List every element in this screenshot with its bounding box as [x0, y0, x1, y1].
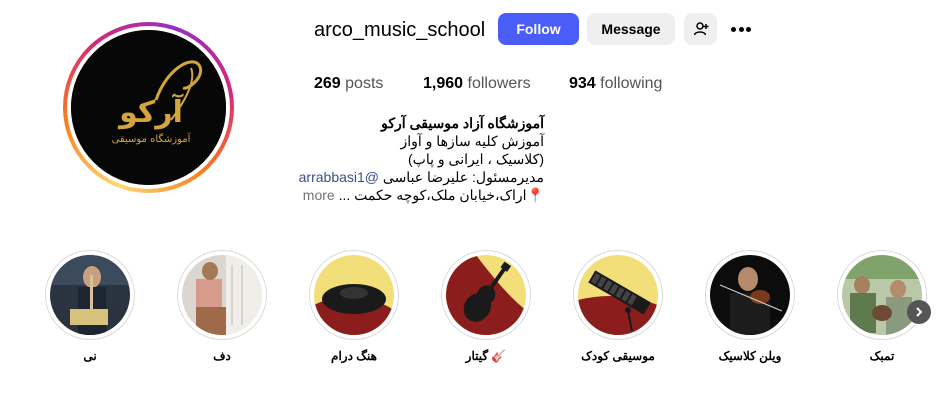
bio-line-2: (کلاسیک ، ایرانی و پاپ)	[408, 151, 544, 167]
bio-mention-link[interactable]: @arrabbasi1	[299, 169, 379, 185]
following-label: following	[600, 75, 663, 92]
highlight-ring	[573, 250, 663, 340]
bio-address-text: 📍اراک،خیابان ملک،کوچه حکمت ...	[338, 187, 544, 203]
guitar-icon	[446, 255, 526, 335]
profile-avatar: آرکو آموزشگاه موسیقی	[71, 30, 226, 185]
bio-more-link[interactable]: more	[303, 187, 335, 203]
posts-count: 269	[314, 75, 341, 92]
daf-photo	[182, 255, 262, 335]
arco-logo-icon: آرکو آموزشگاه موسیقی	[71, 30, 226, 185]
highlight-kids-music[interactable]: موسیقی کودک	[573, 250, 663, 363]
bio-line-1: آموزش کلیه سازها و آواز	[400, 133, 544, 149]
message-button[interactable]: Message	[587, 13, 675, 45]
profile-display-name: آموزشگاه آزاد موسیقی آرکو	[381, 115, 544, 131]
bio-line-4: 📍اراک،خیابان ملک،کوچه حکمت ... more	[244, 186, 544, 204]
followers-label: followers	[467, 75, 531, 92]
hang-drum-icon	[314, 255, 394, 335]
highlight-label: تمبک	[869, 349, 895, 363]
posts-label: posts	[345, 75, 384, 92]
highlight-ring	[837, 250, 927, 340]
add-user-button[interactable]	[684, 13, 717, 45]
profile-username[interactable]: arco_music_school	[314, 19, 485, 42]
highlight-ring: آرکو	[705, 250, 795, 340]
bio-line-3: مدیرمسئول: علیرضا عباسی @arrabbasi1	[244, 168, 544, 186]
ney-player-photo	[50, 255, 130, 335]
highlight-hang-drum[interactable]: هنگ درام	[309, 250, 399, 363]
following-count: 934	[569, 75, 596, 92]
highlight-ring	[45, 250, 135, 340]
avatar-gap: آرکو آموزشگاه موسیقی	[67, 26, 230, 189]
follow-button[interactable]: Follow	[498, 13, 579, 45]
following-stat[interactable]: 934 following	[569, 75, 662, 93]
highlight-ring	[177, 250, 267, 340]
highlight-label: 🎸 گیتار	[465, 349, 507, 363]
highlight-label: نی	[83, 349, 97, 363]
highlight-daf[interactable]: دف	[177, 250, 267, 363]
logo-mark-small: آرکو	[771, 323, 787, 333]
highlight-ney[interactable]: نی	[45, 250, 135, 363]
highlight-ring	[441, 250, 531, 340]
highlight-label: ویلن کلاسیک	[718, 349, 782, 363]
profile-avatar-ring[interactable]: آرکو آموزشگاه موسیقی	[63, 22, 234, 193]
logo-sub-text: آموزشگاه موسیقی	[112, 132, 192, 145]
violin-player-photo: آرکو	[710, 255, 790, 335]
highlight-label: هنگ درام	[331, 349, 377, 363]
followers-count: 1,960	[423, 75, 464, 92]
highlight-label: دف	[213, 349, 231, 363]
xylophone-icon	[578, 255, 658, 335]
highlight-classical-violin[interactable]: آرکو ویلن کلاسیک	[705, 250, 795, 363]
highlight-ring	[309, 250, 399, 340]
profile-bio: آموزشگاه آزاد موسیقی آرکو آموزش کلیه ساز…	[244, 114, 544, 204]
logo-main-text: آرکو	[117, 93, 184, 130]
tombak-photo	[842, 255, 922, 335]
chevron-right-icon[interactable]	[907, 300, 931, 324]
more-options-icon[interactable]	[729, 17, 753, 41]
highlight-label: موسیقی کودک	[581, 349, 655, 363]
bio-manager-text: مدیرمسئول: علیرضا عباسی	[382, 169, 544, 185]
highlight-guitar[interactable]: 🎸 گیتار	[441, 250, 531, 363]
posts-stat[interactable]: 269 posts	[314, 75, 383, 93]
add-user-icon	[693, 22, 708, 36]
followers-stat[interactable]: 1,960 followers	[423, 75, 531, 93]
